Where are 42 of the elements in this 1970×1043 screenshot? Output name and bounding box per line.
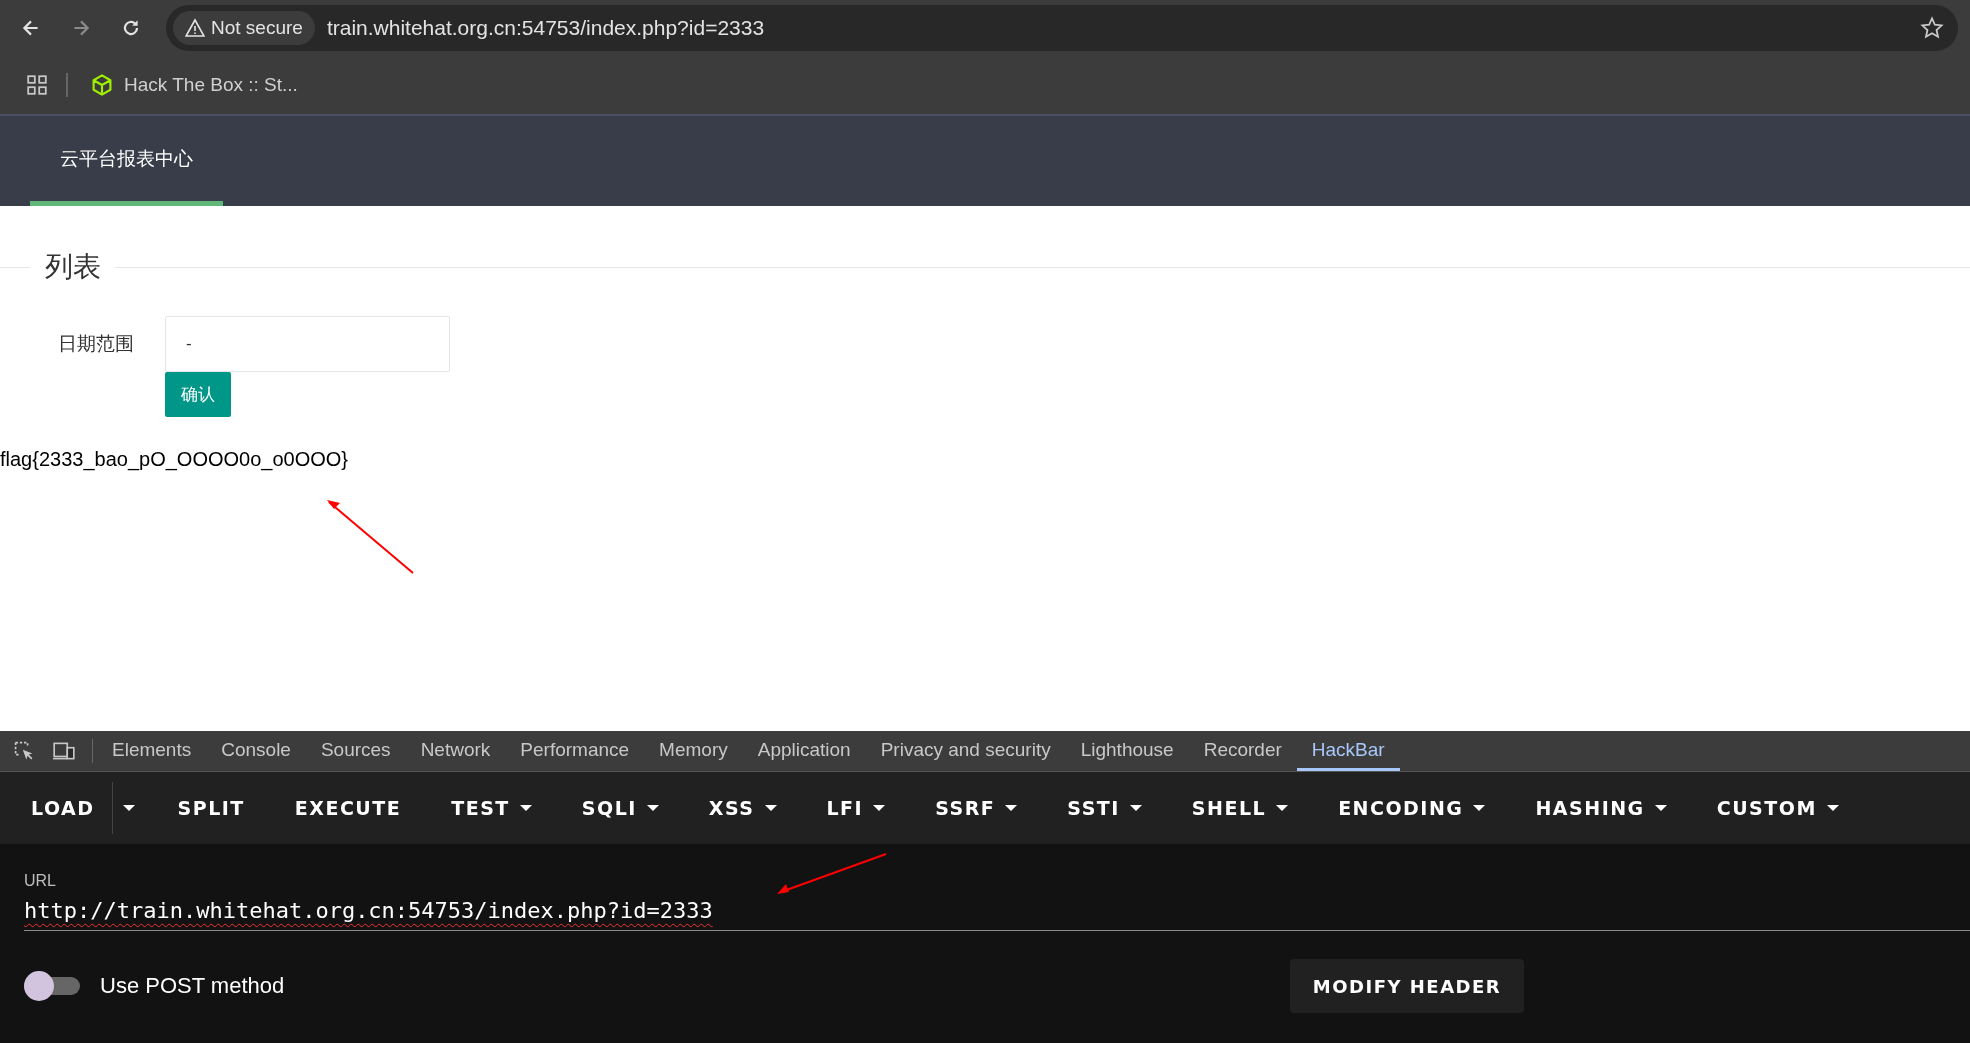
menu-button[interactable]: SHELL xyxy=(1174,787,1306,829)
devtools-tab[interactable]: Sources xyxy=(305,731,406,771)
post-method-label: Use POST method xyxy=(100,973,286,999)
post-method-toggle[interactable] xyxy=(24,971,82,1001)
devtools-tab[interactable]: Network xyxy=(405,731,506,771)
menu-button[interactable]: ENCODING xyxy=(1321,787,1503,829)
url-text: train.whitehat.org.cn:54753/index.php?id=2333 xyxy=(326,16,765,40)
section-title: 列表 xyxy=(44,250,102,284)
apps-grid-icon[interactable] xyxy=(26,74,48,96)
devtools-tab[interactable]: Elements xyxy=(97,731,207,771)
load-button[interactable]: LOAD xyxy=(14,787,112,829)
cube-icon xyxy=(90,73,114,97)
menu-button[interactable]: XSS xyxy=(691,787,794,829)
menu-button[interactable]: CUSTOM xyxy=(1699,787,1856,829)
warning-icon xyxy=(185,18,205,38)
url-field[interactable]: http://train.whitehat.org.cn:54753/index.php?id=2333 xyxy=(24,890,1970,931)
devtools-tab[interactable]: Recorder xyxy=(1188,731,1297,771)
bookmark-star-icon[interactable] xyxy=(1920,16,1944,40)
toolbar-button[interactable]: SPLIT xyxy=(160,787,262,829)
menu-button[interactable]: TEST xyxy=(434,787,549,829)
menu-button[interactable]: HASHING xyxy=(1518,787,1684,829)
url-label: URL xyxy=(24,872,57,890)
devtools-tab[interactable]: Privacy and security xyxy=(865,731,1066,771)
menu-button[interactable]: LFI xyxy=(809,787,903,829)
security-chip[interactable]: Not secure xyxy=(173,11,315,45)
modify-header-button[interactable]: MODIFY HEADER xyxy=(1290,959,1524,1013)
flag-text: flag{2333_bao_pO_OOOO0o_o0OOO} xyxy=(0,448,350,471)
menu-button[interactable]: SSTI xyxy=(1050,787,1159,829)
date-range-label: 日期范围 xyxy=(58,332,135,356)
devtools-tab[interactable]: Memory xyxy=(644,731,743,771)
devtools-tab[interactable]: Performance xyxy=(505,731,645,771)
toolbar-button[interactable]: EXECUTE xyxy=(277,787,419,829)
nav-tab[interactable]: 云平台报表中心 xyxy=(30,116,223,206)
devtools-tab[interactable]: Lighthouse xyxy=(1065,731,1189,771)
devtools-tab[interactable]: Application xyxy=(742,731,866,771)
devtools-tab[interactable]: Console xyxy=(206,731,306,771)
address-bar[interactable]: Not secure train.whitehat.org.cn:54753/index.php?id=2333 xyxy=(166,5,1958,51)
menu-button[interactable]: SQLI xyxy=(564,787,676,829)
menu-button[interactable]: SSRF xyxy=(918,787,1035,829)
bookmark-item[interactable]: Hack The Box :: St... xyxy=(86,69,302,101)
confirm-button[interactable]: 确认 xyxy=(165,372,231,417)
date-range-field[interactable]: - xyxy=(165,316,450,372)
